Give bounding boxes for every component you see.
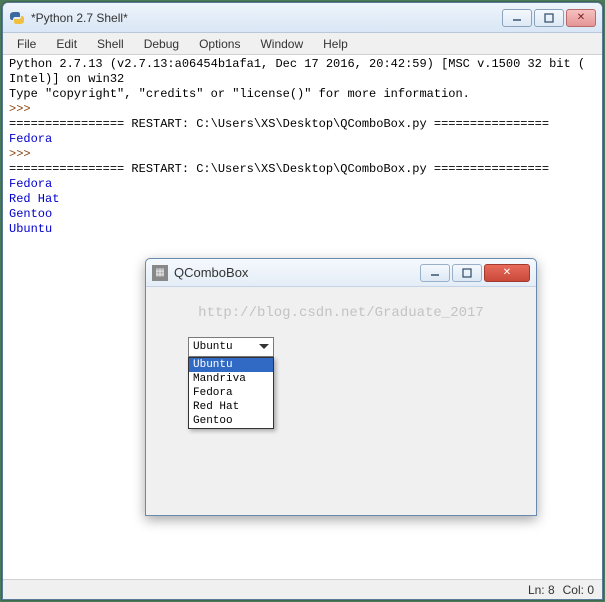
idle-menubar: File Edit Shell Debug Options Window Hel…	[3, 33, 602, 55]
menu-help[interactable]: Help	[313, 35, 358, 53]
combobox-option[interactable]: Fedora	[189, 386, 273, 400]
combobox[interactable]: Ubuntu Ubuntu Mandriva Fedora Red Hat Ge…	[188, 337, 274, 429]
qcombobox-window-controls: ✕	[420, 264, 530, 282]
qt-app-icon: ▦	[152, 265, 168, 281]
combobox-option[interactable]: Gentoo	[189, 414, 273, 428]
shell-output: Ubuntu	[9, 222, 596, 237]
idle-title: *Python 2.7 Shell*	[31, 11, 502, 25]
shell-output: Gentoo	[9, 207, 596, 222]
menu-shell[interactable]: Shell	[87, 35, 134, 53]
shell-header-line: Python 2.7.13 (v2.7.13:a06454b1afa1, Dec…	[9, 57, 596, 72]
menu-window[interactable]: Window	[250, 35, 313, 53]
idle-window-controls: ✕	[502, 9, 596, 27]
status-line: Ln: 8	[528, 583, 555, 597]
shell-prompt: >>>	[9, 102, 38, 116]
inner-maximize-button[interactable]	[452, 264, 482, 282]
shell-prompt: >>>	[9, 147, 38, 161]
idle-titlebar[interactable]: *Python 2.7 Shell* ✕	[3, 3, 602, 33]
shell-header-line: Type "copyright", "credits" or "license(…	[9, 87, 596, 102]
shell-output: Fedora	[9, 132, 596, 147]
close-icon: ✕	[577, 12, 585, 23]
shell-restart-line: ================ RESTART: C:\Users\XS\De…	[9, 117, 596, 132]
chevron-down-icon	[255, 344, 273, 350]
qcombobox-body: http://blog.csdn.net/Graduate_2017 Ubunt…	[146, 287, 536, 515]
combobox-option[interactable]: Red Hat	[189, 400, 273, 414]
combobox-dropdown: Ubuntu Mandriva Fedora Red Hat Gentoo	[188, 357, 274, 429]
status-col: Col: 0	[563, 583, 594, 597]
maximize-button[interactable]	[534, 9, 564, 27]
menu-options[interactable]: Options	[189, 35, 250, 53]
shell-output: Fedora	[9, 177, 596, 192]
menu-edit[interactable]: Edit	[46, 35, 87, 53]
shell-output: Red Hat	[9, 192, 596, 207]
watermark-text: http://blog.csdn.net/Graduate_2017	[146, 305, 536, 321]
inner-close-button[interactable]: ✕	[484, 264, 530, 282]
menu-debug[interactable]: Debug	[134, 35, 189, 53]
python-icon	[9, 10, 25, 26]
close-icon: ✕	[503, 267, 511, 278]
qcombobox-title: QComboBox	[174, 265, 420, 280]
minimize-button[interactable]	[502, 9, 532, 27]
shell-restart-line: ================ RESTART: C:\Users\XS\De…	[9, 162, 596, 177]
combobox-field[interactable]: Ubuntu	[188, 337, 274, 357]
shell-header-line: Intel)] on win32	[9, 72, 596, 87]
qcombobox-titlebar[interactable]: ▦ QComboBox ✕	[146, 259, 536, 287]
qcombobox-window: ▦ QComboBox ✕ http://blog.csdn.net/Gradu…	[145, 258, 537, 516]
close-button[interactable]: ✕	[566, 9, 596, 27]
combobox-option[interactable]: Mandriva	[189, 372, 273, 386]
combobox-option[interactable]: Ubuntu	[189, 358, 273, 372]
combobox-selected-value: Ubuntu	[193, 341, 233, 353]
inner-minimize-button[interactable]	[420, 264, 450, 282]
idle-statusbar: Ln: 8 Col: 0	[3, 579, 602, 599]
menu-file[interactable]: File	[7, 35, 46, 53]
